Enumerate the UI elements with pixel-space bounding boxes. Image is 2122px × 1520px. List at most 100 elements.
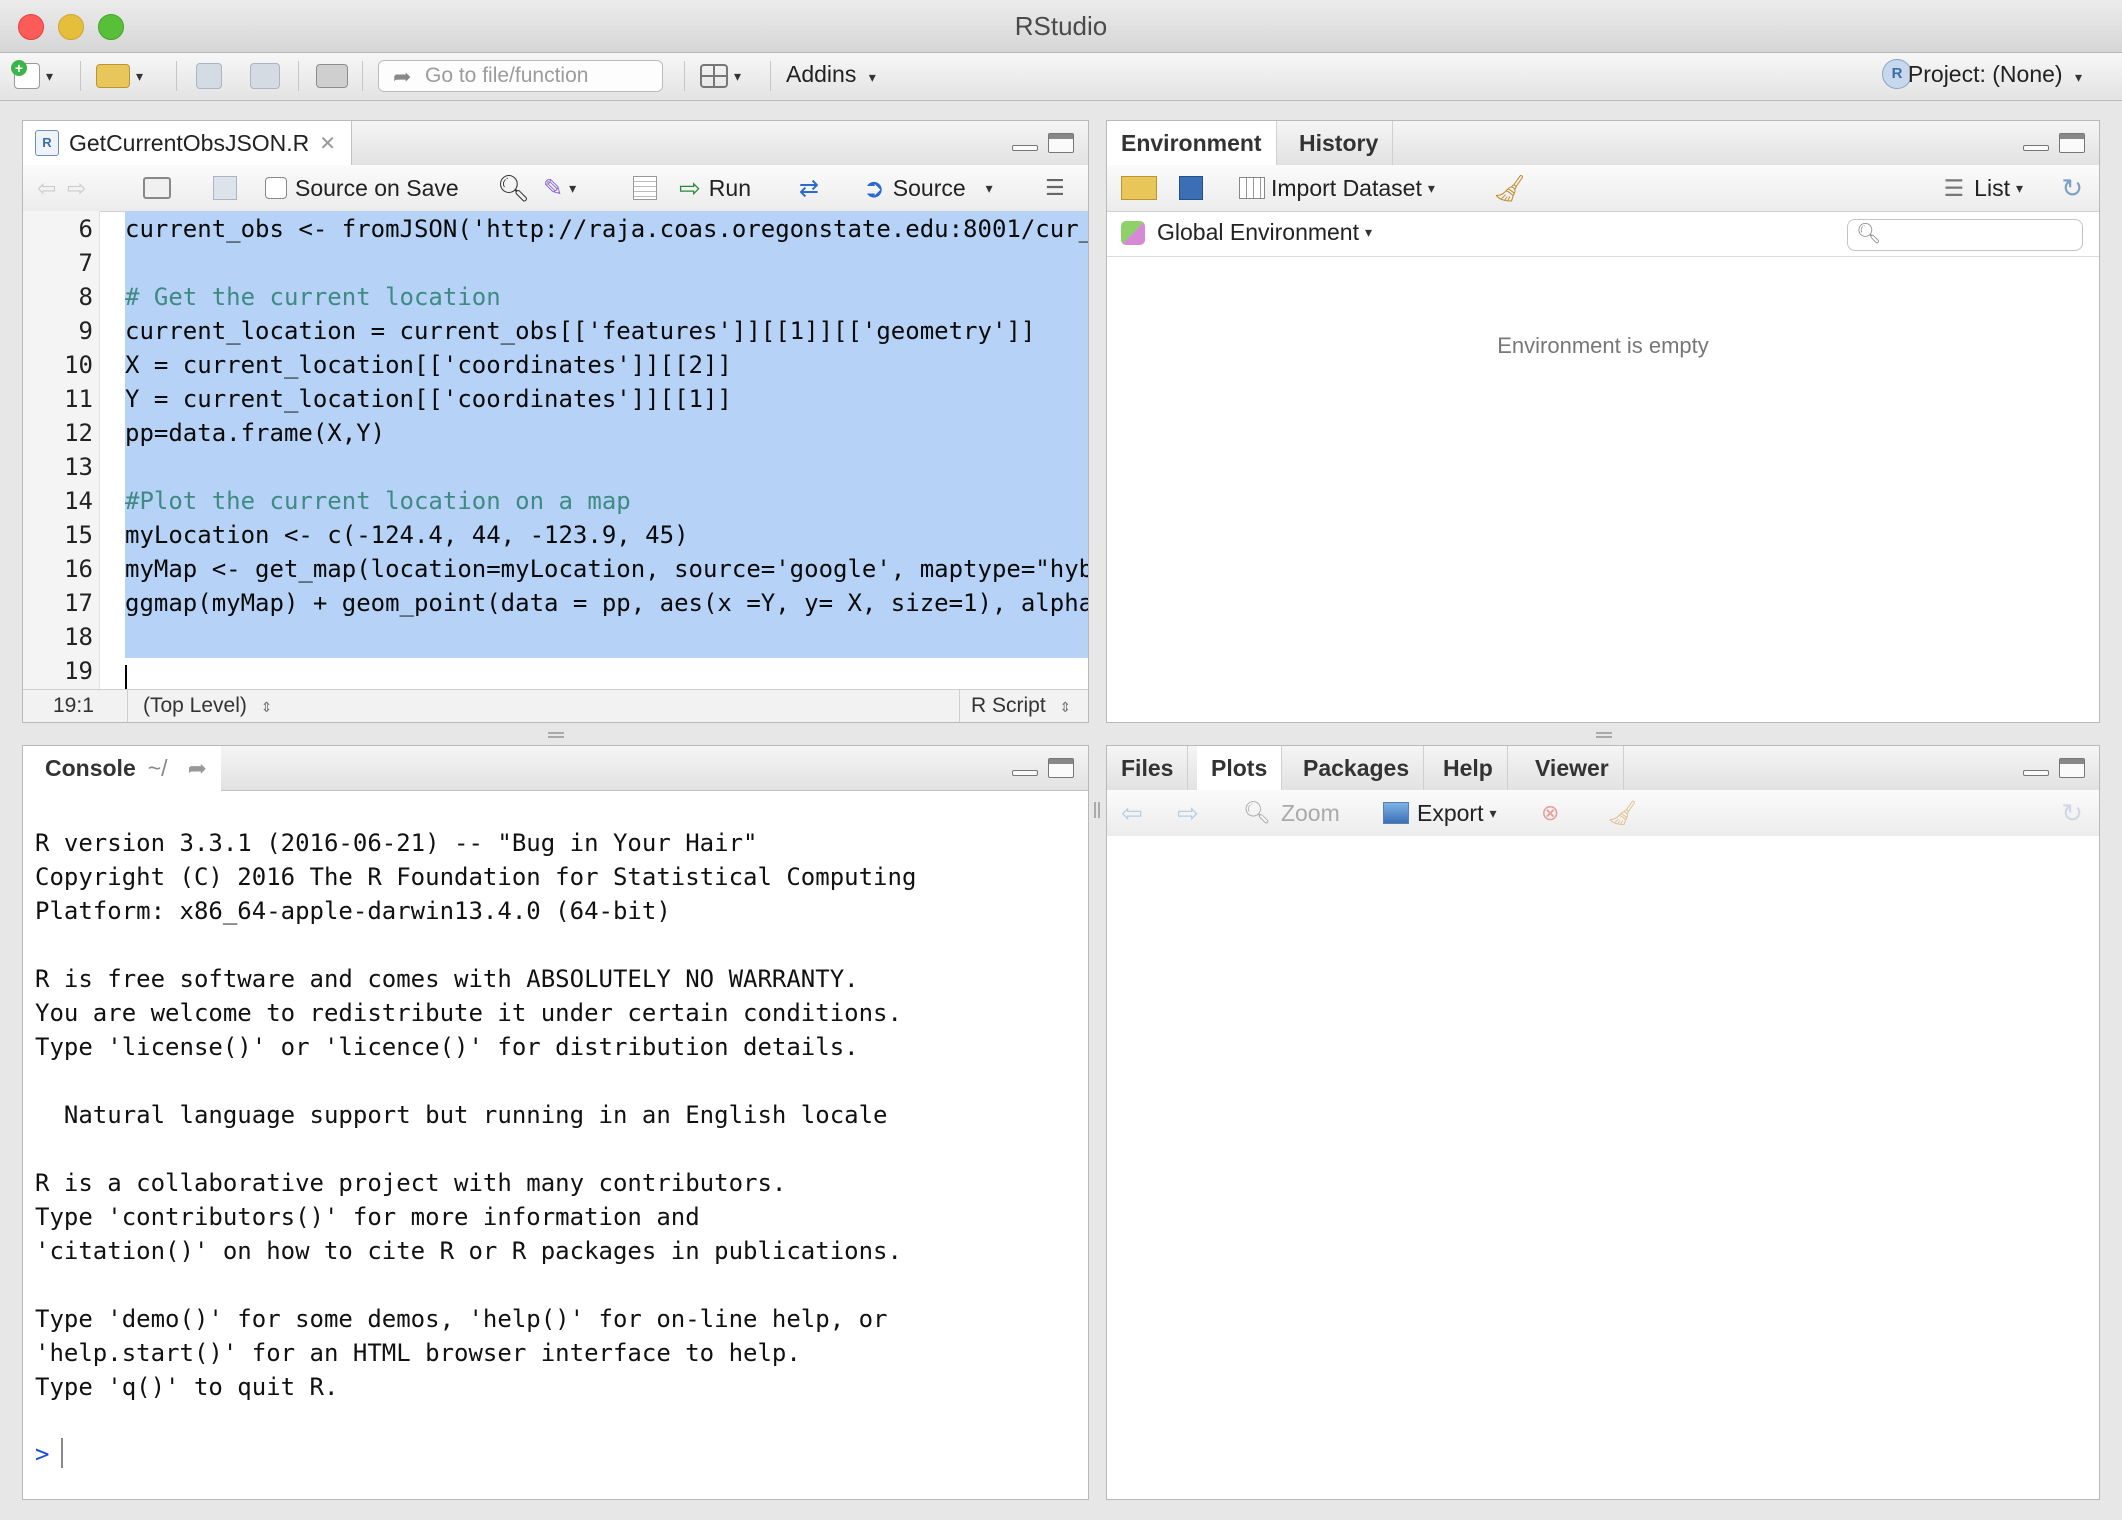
plots-toolbar: ⇦ ⇨ 🔍︎ Zoom Export ▾ ⊗ 🧹︎ ↻ [1107, 790, 2099, 837]
save-editor-button[interactable] [213, 173, 237, 203]
editor-file-tab[interactable]: R GetCurrentObsJSON.R ✕ [23, 121, 352, 165]
forward-arrow-icon[interactable]: ⇨ [67, 173, 86, 203]
vertical-splitter-grip[interactable] [1596, 732, 1612, 738]
code-line: current_obs <- fromJSON('http://raja.coa… [125, 215, 1088, 243]
minimize-pane-icon[interactable] [1012, 133, 1038, 153]
project-menu[interactable]: Project: (None) ▾ [1908, 61, 2082, 88]
maximize-pane-icon[interactable] [1048, 133, 1074, 153]
code-tools-button[interactable]: ✎ ▾ [543, 173, 576, 203]
magic-wand-icon: ✎ [543, 174, 564, 202]
minimize-pane-icon[interactable] [2023, 133, 2049, 153]
remove-plot-button[interactable]: ⊗ [1541, 798, 1559, 828]
pane-layout-button[interactable]: ▾ [700, 61, 741, 91]
save-icon [213, 176, 237, 200]
previous-plot-button[interactable]: ⇦ [1121, 798, 1143, 828]
tab-packages[interactable]: Packages [1289, 746, 1425, 790]
editor-status-bar: 19:1 (Top Level) ⇕ R Script ⇕ [23, 689, 1088, 722]
tab-files[interactable]: Files [1107, 746, 1189, 790]
import-dataset-button[interactable]: Import Dataset ▾ [1239, 173, 1435, 203]
run-arrow-icon: ⇨ [679, 172, 701, 203]
back-arrow-icon[interactable]: ⇦ [37, 173, 56, 203]
load-workspace-button[interactable] [1121, 173, 1157, 203]
maximize-pane-icon[interactable] [2059, 133, 2085, 153]
editor-toolbar: ⇦ ⇨ Source on Save 🔍︎ ✎ ▾ ⇨ Run ⇄ ➲ Sour… [23, 165, 1088, 212]
maximize-pane-icon[interactable] [1048, 758, 1074, 778]
console-input[interactable] [61, 1438, 63, 1468]
source-on-save-checkbox[interactable]: Source on Save [265, 173, 459, 203]
code-line: ggmap(myMap) + geom_point(data = pp, aes… [125, 589, 1089, 617]
line-number: 16 [64, 555, 93, 583]
line-number: 12 [64, 419, 93, 447]
next-plot-button[interactable]: ⇨ [1177, 798, 1199, 828]
window-title: RStudio [1014, 11, 1108, 41]
tab-viewer[interactable]: Viewer [1521, 746, 1624, 790]
line-number: 13 [64, 453, 93, 481]
view-mode-menu[interactable]: ☰ List ▾ [1944, 173, 2023, 203]
refresh-button[interactable]: ↻ [2061, 173, 2083, 203]
show-in-window-button[interactable] [143, 173, 171, 203]
file-type-selector[interactable]: R Script ⇕ [971, 694, 1071, 718]
chevron-down-icon: ▾ [2074, 69, 2082, 85]
environment-scope-selector[interactable]: Global Environment ▾ [1121, 219, 1372, 246]
goto-file-function-input[interactable]: ➦ Go to file/function [378, 60, 663, 92]
code-line: X = current_location[['coordinates']][[2… [125, 351, 732, 379]
source-button[interactable]: ➲ Source ▾ [863, 173, 993, 203]
minimize-pane-icon[interactable] [2023, 758, 2049, 778]
search-icon: 🔍︎ [1856, 223, 1882, 245]
tab-help[interactable]: Help [1429, 746, 1508, 790]
environment-scope-bar: Global Environment ▾ 🔍︎ [1107, 211, 2099, 257]
tab-history[interactable]: History [1285, 121, 1394, 165]
grid-layout-icon [700, 64, 728, 88]
source-label: Source [892, 174, 966, 201]
maximize-pane-icon[interactable] [2059, 758, 2085, 778]
line-number: 19 [64, 657, 93, 685]
code-line: # Get the current location [125, 283, 501, 311]
list-icon: ☰ [1943, 174, 1965, 201]
clear-workspace-button[interactable]: 🧹︎ [1493, 173, 1526, 203]
zoom-icon: 🔍︎ [1243, 800, 1271, 825]
run-label: Run [708, 174, 751, 201]
minimize-pane-icon[interactable] [1012, 758, 1038, 778]
rerun-icon: ⇄ [799, 174, 820, 202]
broom-icon: 🧹︎ [1607, 799, 1638, 827]
environment-scope-label: Global Environment [1157, 219, 1359, 245]
horizontal-splitter-grip[interactable] [1094, 802, 1100, 818]
find-replace-button[interactable]: 🔍︎ [497, 173, 530, 203]
source-on-save-label: Source on Save [295, 174, 459, 201]
chevron-down-icon: ▾ [734, 67, 742, 84]
compile-report-button[interactable] [633, 173, 657, 203]
vertical-splitter-grip[interactable] [548, 732, 564, 738]
export-menu[interactable]: Export ▾ [1383, 798, 1497, 828]
file-type-label: R Script [971, 694, 1046, 717]
addins-label: Addins [786, 61, 857, 87]
save-workspace-button[interactable] [1179, 173, 1203, 203]
viewer-tabbar: Files Plots Packages Help Viewer [1107, 746, 2099, 791]
code-line: #Plot the current location on a map [125, 487, 631, 515]
refresh-plot-button[interactable]: ↻ [2061, 798, 2083, 828]
close-tab-icon[interactable]: ✕ [319, 131, 336, 156]
search-icon: 🔍︎ [497, 172, 531, 203]
rerun-button[interactable]: ⇄ [799, 173, 819, 203]
environment-search-input[interactable]: 🔍︎ [1847, 219, 2083, 251]
code-line: Y = current_location[['coordinates']][[1… [125, 385, 732, 413]
document-outline-button[interactable]: ☰ [1045, 173, 1065, 203]
console-prompt: > [35, 1440, 50, 1468]
tab-plots[interactable]: Plots [1197, 746, 1283, 791]
environment-empty-message: Environment is empty [1497, 333, 1709, 358]
outline-icon: ☰ [1045, 175, 1065, 200]
navigate-path-icon[interactable]: ➦ [188, 755, 207, 782]
addins-menu[interactable]: Addins ▾ [786, 61, 876, 88]
clear-plots-button[interactable]: 🧹︎ [1607, 798, 1637, 828]
run-button[interactable]: ⇨ Run [679, 173, 751, 203]
tab-environment[interactable]: Environment [1107, 121, 1277, 166]
scope-selector[interactable]: (Top Level) ⇕ [143, 694, 272, 718]
code-editor[interactable]: 6 current_obs <- fromJSON('http://raja.c… [23, 211, 1089, 695]
tab-console[interactable]: Console ~/ ➦ [23, 746, 221, 791]
line-number: 7 [78, 249, 93, 277]
code-line: current_location = current_obs[['feature… [125, 317, 1036, 345]
console-tabbar: Console ~/ ➦ [23, 746, 1088, 791]
zoom-button[interactable]: 🔍︎ Zoom [1243, 798, 1340, 828]
line-number: 10 [64, 351, 93, 379]
plot-area [1107, 836, 2099, 1499]
console-path: ~/ [147, 755, 168, 781]
